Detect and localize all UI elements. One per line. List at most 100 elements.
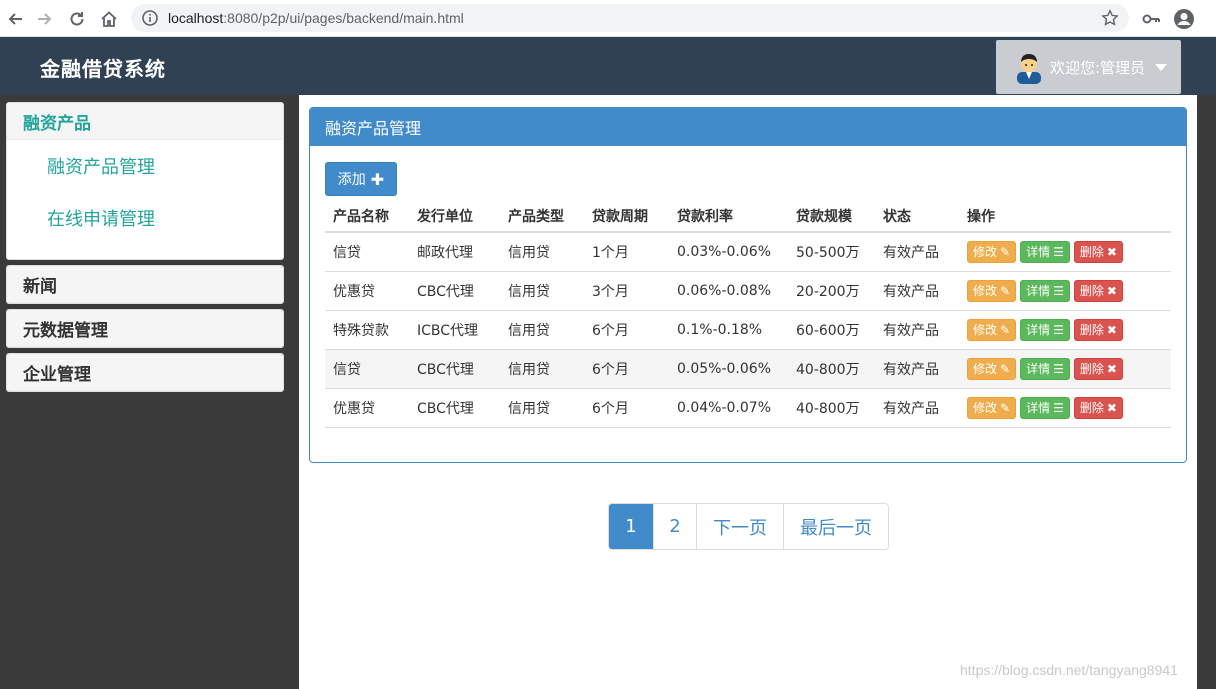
edit-label: 修改 (973, 362, 998, 376)
detail-button[interactable]: 详情 ☰ (1020, 279, 1070, 302)
column-header: 贷款规模 (788, 200, 875, 233)
table-cell: 3个月 (584, 271, 669, 311)
reload-icon[interactable] (62, 0, 92, 37)
delete-label: 删除 (1079, 362, 1104, 376)
table-cell: 特殊贷款 (325, 310, 409, 350)
edit-label: 修改 (973, 284, 998, 298)
list-icon: ☰ (1053, 400, 1064, 415)
detail-label: 详情 (1026, 401, 1051, 415)
forward-arrow-icon[interactable] (30, 0, 60, 37)
sidebar-item-application-management[interactable]: 在线申请管理 (7, 192, 283, 244)
table-cell: 有效产品 (875, 388, 959, 428)
detail-button[interactable]: 详情 ☰ (1020, 240, 1070, 263)
key-icon[interactable] (1141, 9, 1161, 29)
table-cell: 优惠贷 (325, 388, 409, 428)
edit-button[interactable]: 修改 ✎ (967, 240, 1017, 263)
table-row: 信贷 CBC代理 信用贷 6个月 0.05%-0.06% 40-800万 有效产品 修改 ✎ 详情… (325, 349, 1171, 389)
delete-button[interactable]: 删除 ✖ (1073, 396, 1123, 419)
actions-cell: 修改 ✎ 详情 ☰ 删除 ✖ (959, 232, 1171, 272)
table-cell: 1个月 (584, 232, 669, 272)
list-icon: ☰ (1053, 244, 1064, 259)
table-cell: 信用贷 (500, 388, 584, 428)
table-cell: 0.06%-0.08% (669, 271, 788, 311)
table-header-row: 产品名称 发行单位 产品类型 贷款周期 贷款利率 贷款规模 状态 操作 (325, 200, 1171, 233)
detail-label: 详情 (1026, 284, 1051, 298)
sidebar-group-enterprise[interactable]: 企业管理 (6, 353, 284, 392)
delete-label: 删除 (1079, 284, 1104, 298)
table-row: 信贷 邮政代理 信用贷 1个月 0.03%-0.06% 50-500万 有效产品 修改 ✎ 详情 ☰… (325, 232, 1171, 272)
table-cell: ICBC代理 (409, 310, 500, 350)
table-cell: CBC代理 (409, 349, 500, 389)
page-2-button[interactable]: 2 (653, 504, 696, 549)
delete-button[interactable]: 删除 ✖ (1073, 357, 1123, 380)
info-icon[interactable] (141, 9, 159, 27)
table-cell: 0.03%-0.06% (669, 232, 788, 272)
edit-button[interactable]: 修改 ✎ (967, 279, 1017, 302)
sidebar-group-header[interactable]: 新闻 (7, 266, 283, 303)
back-arrow-icon[interactable] (0, 0, 30, 37)
sidebar-group-header[interactable]: 元数据管理 (7, 310, 283, 347)
actions-cell: 修改 ✎ 详情 ☰ 删除 ✖ (959, 388, 1171, 428)
actions-cell: 修改 ✎ 详情 ☰ 删除 ✖ (959, 271, 1171, 311)
page-1-button[interactable]: 1 (609, 504, 653, 549)
app-header: 金融借贷系统 欢迎您:管理员 (0, 37, 1216, 95)
table-cell: 信贷 (325, 232, 409, 272)
watermark: https://blog.csdn.net/tangyang8941 (960, 662, 1178, 678)
table-cell: 6个月 (584, 310, 669, 350)
sidebar-group-news[interactable]: 新闻 (6, 265, 284, 304)
main-content: 融资产品管理 添加 ✚ 产品名称 发行单位 产品类型 贷款周期 贷款利率 贷款规模… (299, 95, 1197, 689)
pencil-icon: ✎ (1000, 244, 1011, 259)
sidebar-group-metadata[interactable]: 元数据管理 (6, 309, 284, 348)
delete-button[interactable]: 删除 ✖ (1073, 318, 1123, 341)
edit-button[interactable]: 修改 ✎ (967, 396, 1017, 419)
edit-label: 修改 (973, 401, 998, 415)
sidebar-group-header[interactable]: 融资产品 (7, 103, 283, 140)
detail-button[interactable]: 详情 ☰ (1020, 357, 1070, 380)
edit-label: 修改 (973, 323, 998, 337)
table-cell: 60-600万 (788, 310, 875, 350)
edit-button[interactable]: 修改 ✎ (967, 357, 1017, 380)
home-icon[interactable] (94, 0, 124, 37)
user-avatar-icon (1017, 54, 1041, 84)
delete-button[interactable]: 删除 ✖ (1073, 240, 1123, 263)
edit-label: 修改 (973, 245, 998, 260)
table-cell: 0.04%-0.07% (669, 388, 788, 428)
user-menu[interactable]: 欢迎您:管理员 (996, 40, 1181, 94)
sidebar-item-product-management[interactable]: 融资产品管理 (7, 140, 283, 192)
column-header: 贷款周期 (584, 200, 669, 233)
column-header: 产品名称 (325, 200, 409, 233)
sidebar-group-header[interactable]: 企业管理 (7, 354, 283, 391)
delete-button[interactable]: 删除 ✖ (1073, 279, 1123, 302)
add-button[interactable]: 添加 ✚ (325, 162, 397, 196)
table-cell: 有效产品 (875, 271, 959, 311)
detail-button[interactable]: 详情 ☰ (1020, 318, 1070, 341)
next-page-button[interactable]: 下一页 (696, 504, 783, 549)
close-icon: ✖ (1106, 322, 1117, 337)
bookmark-star-icon[interactable] (1101, 9, 1119, 27)
detail-label: 详情 (1026, 362, 1051, 376)
pencil-icon: ✎ (1000, 361, 1011, 376)
browser-toolbar: localhost:8080/p2p/ui/pages/backend/main… (0, 0, 1216, 37)
detail-label: 详情 (1026, 245, 1051, 260)
close-icon: ✖ (1106, 283, 1117, 298)
detail-button[interactable]: 详情 ☰ (1020, 396, 1070, 419)
last-page-button[interactable]: 最后一页 (783, 504, 888, 549)
table-cell: 6个月 (584, 388, 669, 428)
address-bar[interactable]: localhost:8080/p2p/ui/pages/backend/main… (131, 4, 1129, 32)
table-cell: 0.1%-0.18% (669, 310, 788, 350)
table-cell: 信用贷 (500, 232, 584, 272)
column-header: 贷款利率 (669, 200, 788, 233)
table-cell: 0.05%-0.06% (669, 349, 788, 389)
table-cell: CBC代理 (409, 271, 500, 311)
table-row: 优惠贷 CBC代理 信用贷 3个月 0.06%-0.08% 20-200万 有效产品 修改 ✎ 详… (325, 271, 1171, 311)
table-cell: 40-800万 (788, 388, 875, 428)
edit-button[interactable]: 修改 ✎ (967, 318, 1017, 341)
table-row: 优惠贷 CBC代理 信用贷 6个月 0.04%-0.07% 40-800万 有效产品 修改 ✎ 详… (325, 388, 1171, 428)
close-icon: ✖ (1106, 400, 1117, 415)
column-header: 状态 (875, 200, 959, 233)
table-cell: 有效产品 (875, 232, 959, 272)
column-header: 操作 (959, 200, 1171, 233)
account-icon[interactable] (1173, 8, 1195, 30)
close-icon: ✖ (1106, 244, 1117, 259)
sidebar: 融资产品 融资产品管理 在线申请管理 新闻 元数据管理 企业管理 (0, 95, 289, 689)
